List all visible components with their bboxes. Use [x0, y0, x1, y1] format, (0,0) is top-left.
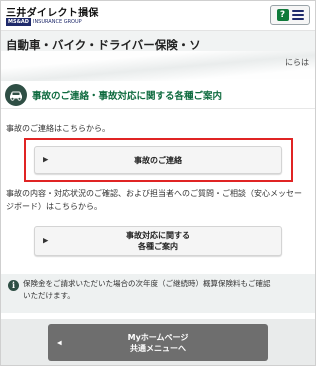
- inquiry-intro-text: 事故の内容・対応状況のご確認、および担当者へのご質問・ご相談（安心メッセー ジボ…: [6, 187, 302, 213]
- section-title: 事故のご連絡・事故対応に関する各種ご案内: [32, 90, 223, 102]
- arrow-left-icon: ◀: [57, 339, 62, 346]
- section-heading: 事故のご連絡・事故対応に関する各種ご案内: [1, 81, 315, 109]
- contact-intro-text: 事故のご連絡はこちらから。: [6, 124, 110, 133]
- info-note-text: 保険金をご請求いただいた場合の次年度（ご継続時）概算保険料もご確認 いただけます…: [23, 278, 313, 302]
- inquiry-intro-line-1: 事故の内容・対応状況のご確認、および担当者へのご質問・ご相談（安心メッセー: [6, 189, 302, 198]
- accident-guidance-button[interactable]: ▶ 事故対応に関する 各種ご案内: [34, 226, 282, 256]
- logo-insurance-group: INSURANCE GROUP: [32, 19, 82, 25]
- info-note-line-2: いただけます。: [23, 291, 75, 300]
- page-subtitle-fragment: にらは: [285, 58, 309, 67]
- my-home-page-menu-label: Myホームページ 共通メニューへ: [128, 332, 189, 354]
- car-accident-icon: [5, 83, 27, 106]
- logo-group-mark: MS&AD INSURANCE GROUP: [6, 18, 82, 26]
- site-header: 三井ダイレクト損保 MS&AD INSURANCE GROUP ?: [1, 1, 315, 31]
- logo-text[interactable]: 三井ダイレクト損保: [6, 4, 99, 19]
- my-home-page-menu-button[interactable]: ◀ Myホームページ 共通メニューへ: [48, 324, 268, 361]
- page-title-strip: 自動車・バイク・ドライバー保険・ソ にらは: [1, 31, 315, 81]
- inquiry-intro-line-2: ジボード）はこちらから。: [6, 202, 102, 211]
- hamburger-menu-icon[interactable]: [291, 10, 304, 20]
- page-frame: 三井ダイレクト損保 MS&AD INSURANCE GROUP ? 自動車・バイ…: [0, 0, 316, 366]
- highlight-box: [24, 138, 293, 182]
- my-home-page-menu-line-2: 共通メニューへ: [130, 343, 186, 353]
- curl-overlay: [1, 51, 315, 81]
- my-home-page-menu-line-1: Myホームページ: [127, 332, 189, 342]
- info-note-line-1: 保険金をご請求いただいた場合の次年度（ご継続時）概算保険料もご確認: [23, 279, 271, 288]
- accident-guidance-label: 事故対応に関する 各種ご案内: [126, 230, 190, 252]
- arrow-right-icon: ▶: [43, 236, 49, 245]
- info-icon: i: [8, 280, 19, 291]
- info-note: i 保険金をご請求いただいた場合の次年度（ご継続時）概算保険料もご確認 いただけ…: [1, 274, 315, 313]
- logo-msad: MS&AD: [6, 18, 31, 26]
- accident-guidance-label-line-1: 事故対応に関する: [126, 231, 190, 240]
- header-menu-button[interactable]: ?: [270, 5, 310, 25]
- help-icon[interactable]: ?: [276, 9, 289, 21]
- accident-guidance-label-line-2: 各種ご案内: [138, 242, 178, 251]
